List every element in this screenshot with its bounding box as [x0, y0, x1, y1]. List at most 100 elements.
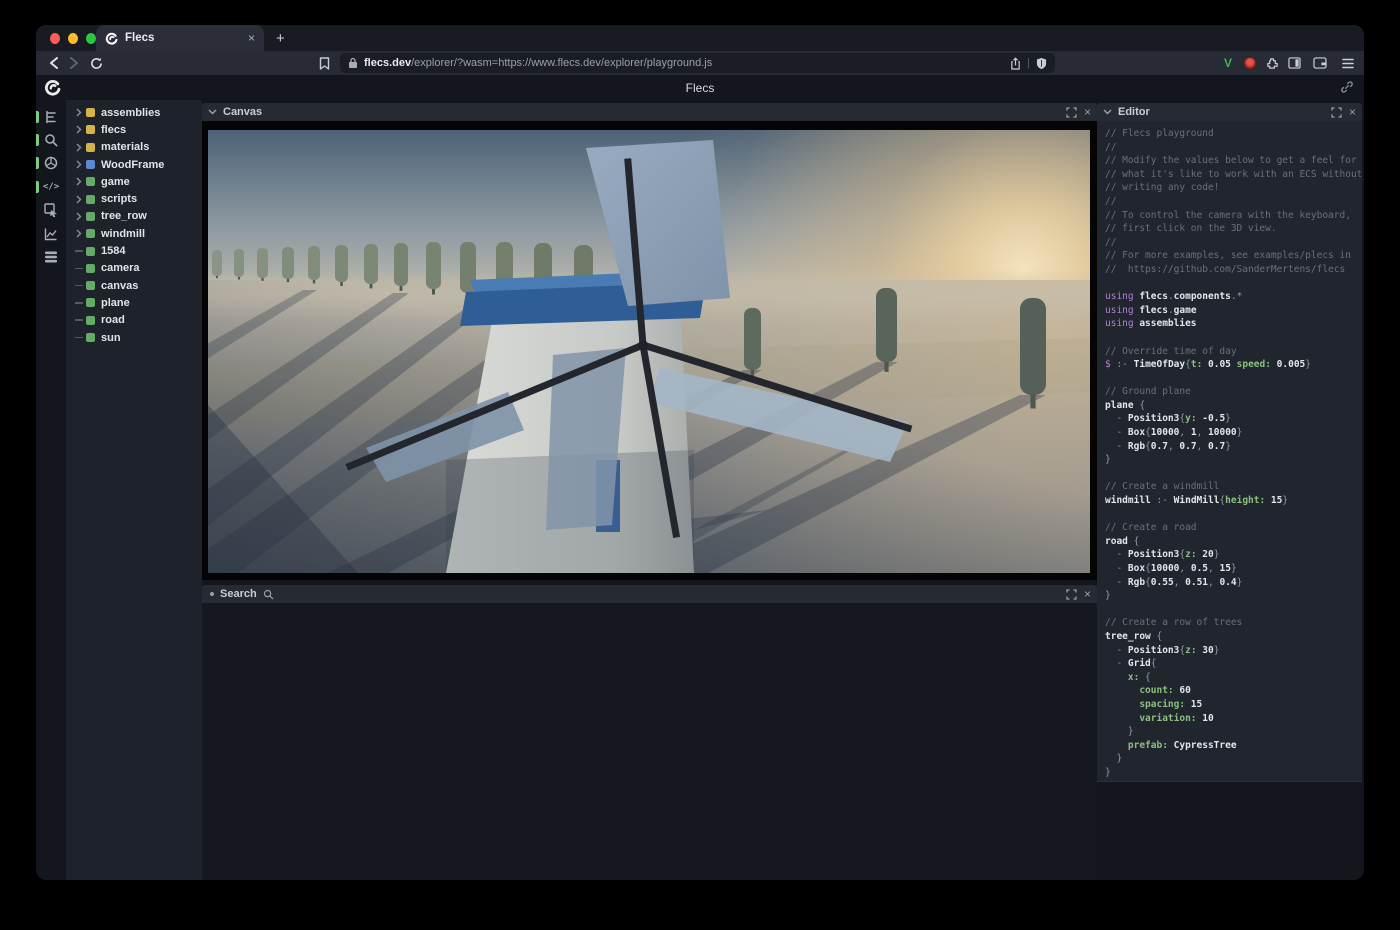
- reload-button[interactable]: [88, 51, 104, 75]
- leaf-dash-icon: [73, 285, 84, 287]
- minimize-window-button[interactable]: [68, 33, 78, 44]
- search-panel-header[interactable]: Search ×: [202, 585, 1097, 603]
- nav-code-icon[interactable]: </>: [36, 175, 66, 198]
- tree-item-plane[interactable]: plane: [66, 294, 202, 311]
- sidebar-toggle-icon[interactable]: [1286, 51, 1302, 75]
- nav-tree-view-icon[interactable]: [36, 105, 66, 128]
- entity-color-icon: [86, 247, 95, 256]
- tree-item-canvas[interactable]: canvas: [66, 277, 202, 294]
- chevron-right-icon[interactable]: [73, 195, 84, 204]
- tree-item-label: scripts: [101, 193, 137, 205]
- share-link-icon[interactable]: [1340, 80, 1354, 94]
- extension-v-icon[interactable]: V: [1220, 51, 1236, 75]
- tree-item-label: canvas: [101, 280, 138, 292]
- windmill-hub: [638, 340, 648, 350]
- code-icon: </>: [43, 182, 59, 192]
- tree-item-label: road: [101, 314, 125, 326]
- tree-item-materials[interactable]: materials: [66, 139, 202, 156]
- tree-item-1584[interactable]: 1584: [66, 242, 202, 259]
- entity-color-icon: [86, 160, 95, 169]
- tree-item-label: materials: [101, 141, 149, 153]
- url-path: /explorer/?wasm=https://www.flecs.dev/ex…: [411, 57, 712, 69]
- fullscreen-icon[interactable]: [1066, 589, 1077, 600]
- nav-inspect-icon[interactable]: [36, 199, 66, 222]
- scene-icon: [44, 156, 58, 170]
- new-tab-button[interactable]: +: [264, 25, 285, 51]
- tree-item-game[interactable]: game: [66, 173, 202, 190]
- wallet-icon[interactable]: [1312, 51, 1328, 75]
- share-icon[interactable]: [1010, 57, 1021, 70]
- tree-item-WoodFrame[interactable]: WoodFrame: [66, 156, 202, 173]
- zoom-window-button[interactable]: [86, 33, 96, 44]
- collapsed-dot-icon[interactable]: [210, 592, 214, 596]
- fullscreen-icon[interactable]: [1066, 107, 1077, 118]
- forward-button[interactable]: [66, 51, 82, 75]
- browser-tab[interactable]: Flecs ×: [96, 25, 264, 51]
- nav-search-icon[interactable]: [36, 128, 66, 151]
- close-icon[interactable]: ×: [1084, 587, 1091, 601]
- divider: |: [1027, 57, 1030, 69]
- close-window-button[interactable]: [50, 33, 60, 44]
- editor-panel-header[interactable]: Editor ×: [1097, 103, 1362, 121]
- extension-red-icon[interactable]: [1242, 51, 1258, 75]
- 3d-viewport[interactable]: [208, 130, 1090, 573]
- entity-color-icon: [86, 125, 95, 134]
- back-button[interactable]: [46, 51, 62, 75]
- url-text: flecs.dev/explorer/?wasm=https://www.fle…: [364, 57, 1004, 69]
- chevron-right-icon[interactable]: [73, 212, 84, 221]
- tree-item-camera[interactable]: camera: [66, 260, 202, 277]
- chevron-right-icon[interactable]: [73, 177, 84, 186]
- tree-item-sun[interactable]: sun: [66, 329, 202, 346]
- chevron-down-icon[interactable]: [208, 109, 217, 115]
- close-icon[interactable]: ×: [1349, 105, 1356, 119]
- chevron-right-icon[interactable]: [73, 229, 84, 238]
- tree-item-road[interactable]: road: [66, 312, 202, 329]
- search-icon: [263, 589, 274, 600]
- entity-color-icon: [86, 212, 95, 221]
- code-editor[interactable]: // Flecs playground//// Modify the value…: [1097, 121, 1362, 782]
- nav-queries-icon[interactable]: [36, 245, 66, 268]
- traffic-lights: [36, 25, 96, 51]
- entity-color-icon: [86, 108, 95, 117]
- chevron-right-icon[interactable]: [73, 160, 84, 169]
- close-icon[interactable]: ×: [1084, 105, 1091, 119]
- nav-scene-icon[interactable]: [36, 152, 66, 175]
- entity-color-icon: [86, 264, 95, 273]
- tab-close-icon[interactable]: ×: [248, 32, 255, 44]
- entity-color-icon: [86, 229, 95, 238]
- browser-tab-bar: Flecs × +: [36, 25, 1364, 51]
- chevron-down-icon[interactable]: [1103, 109, 1112, 115]
- entity-color-icon: [86, 298, 95, 307]
- entity-color-icon: [86, 143, 95, 152]
- search-panel-body[interactable]: [202, 603, 1097, 880]
- app-header: Flecs: [36, 75, 1364, 100]
- canvas-panel-header[interactable]: Canvas ×: [202, 103, 1097, 121]
- tree-view-icon: [44, 110, 58, 124]
- tree-item-windmill[interactable]: windmill: [66, 225, 202, 242]
- bookmark-icon[interactable]: [316, 51, 332, 75]
- extensions-puzzle-icon[interactable]: [1264, 51, 1280, 75]
- chevron-right-icon[interactable]: [73, 143, 84, 152]
- inspect-icon: [44, 203, 58, 217]
- address-bar[interactable]: flecs.dev/explorer/?wasm=https://www.fle…: [340, 53, 1055, 73]
- chevron-right-icon[interactable]: [73, 125, 84, 134]
- shield-icon[interactable]: [1036, 57, 1047, 70]
- leaf-dash-icon: [73, 337, 84, 339]
- leaf-dash-icon: [73, 268, 84, 270]
- tree-item-assemblies[interactable]: assemblies: [66, 104, 202, 121]
- fullscreen-icon[interactable]: [1331, 107, 1342, 118]
- tree-item-scripts[interactable]: scripts: [66, 190, 202, 207]
- entity-color-icon: [86, 281, 95, 290]
- tree-item-flecs[interactable]: flecs: [66, 121, 202, 138]
- menu-icon[interactable]: [1340, 51, 1356, 75]
- tree-item-label: sun: [101, 332, 121, 344]
- active-indicator: [36, 134, 39, 146]
- chevron-right-icon[interactable]: [73, 108, 84, 117]
- active-indicator: [36, 157, 39, 169]
- tree-item-label: plane: [101, 297, 130, 309]
- entity-color-icon: [86, 333, 95, 342]
- code-content[interactable]: // Flecs playground//// Modify the value…: [1097, 121, 1362, 780]
- canvas-panel-title: Canvas: [223, 106, 262, 118]
- tree-item-tree_row[interactable]: tree_row: [66, 208, 202, 225]
- nav-stats-icon[interactable]: [36, 222, 66, 245]
